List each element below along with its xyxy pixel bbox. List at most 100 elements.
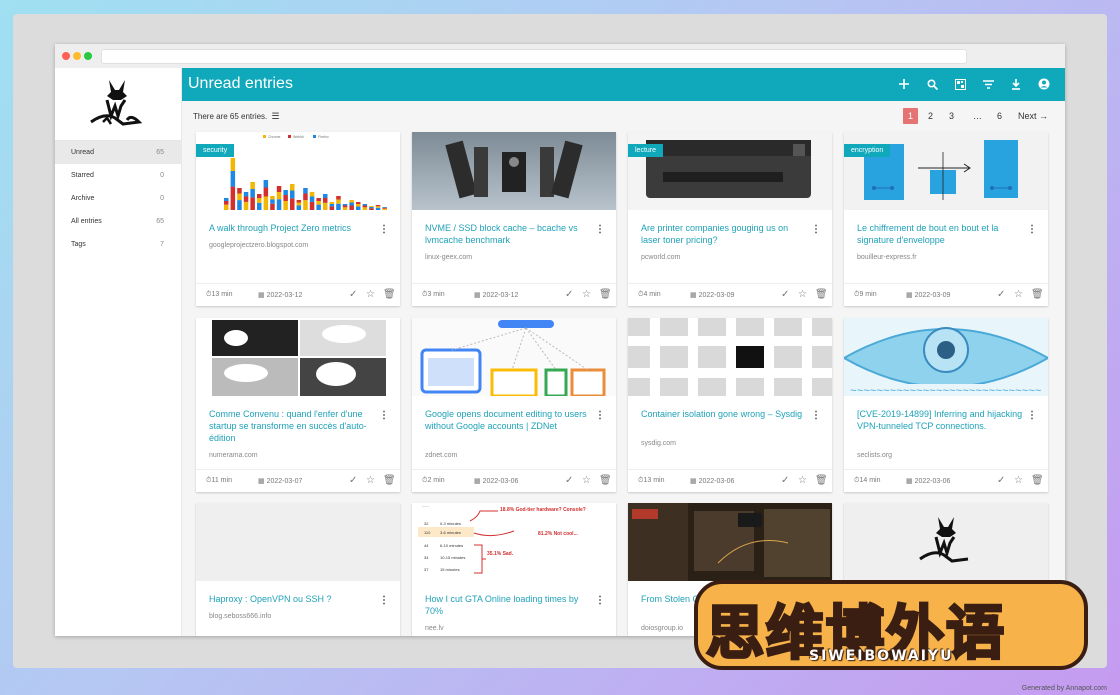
reading-time: ⏱14 min — [854, 477, 881, 484]
close-dot-icon[interactable] — [62, 52, 70, 60]
star-icon[interactable]: ☆ — [798, 289, 807, 300]
mark-read-icon[interactable]: ✓ — [781, 289, 789, 300]
thumbnail-bar — [303, 188, 308, 194]
entry-domain[interactable]: linux-geex.com — [425, 254, 472, 261]
delete-icon[interactable]: 🗑 — [815, 289, 828, 300]
sidebar-item-label: All entries — [71, 218, 102, 225]
entry-tag[interactable]: encryption — [844, 144, 891, 157]
delete-icon[interactable]: 🗑 — [1031, 289, 1044, 300]
delete-icon[interactable]: 🗑 — [599, 475, 612, 486]
qr-icon[interactable] — [953, 77, 967, 91]
reading-time-value: 14 min — [859, 477, 881, 484]
star-icon[interactable]: ☆ — [366, 289, 375, 300]
entry-card[interactable]: —— 32 110 44 34 37 0-3 minutes 3-6 minut… — [412, 503, 616, 636]
list-view-icon[interactable]: ☰ — [272, 111, 280, 121]
sidebar-item-unread[interactable]: Unread 65 — [55, 141, 181, 164]
thumbnail-bar — [276, 192, 282, 200]
page-2-button[interactable]: 2 — [923, 108, 938, 124]
entry-title[interactable]: Container isolation gone wrong – Sysdig — [641, 408, 807, 420]
entry-domain[interactable]: blog.seboss666.info — [209, 613, 271, 620]
star-icon[interactable]: ☆ — [1014, 475, 1023, 486]
entry-title[interactable]: NVME / SSD block cache – bcache vs lvmca… — [425, 222, 591, 246]
entry-card[interactable]: Comme Convenu : quand l'enfer d'une star… — [196, 318, 400, 492]
filter-icon[interactable] — [981, 77, 995, 91]
entry-card[interactable]: lecture Are printer companies gouging us… — [628, 132, 832, 306]
more-options-icon[interactable]: ⋮ — [811, 410, 821, 421]
page-title: Unread entries — [188, 75, 293, 92]
more-options-icon[interactable]: ⋮ — [595, 410, 605, 421]
thumbnail-bar — [283, 201, 288, 210]
entry-title[interactable]: A walk through Project Zero metrics — [209, 222, 375, 234]
entry-tag[interactable]: security — [196, 144, 235, 157]
sidebar-item-starred[interactable]: Starred 0 — [55, 164, 181, 187]
entry-card[interactable]: Container isolation gone wrong – Sysdig … — [628, 318, 832, 492]
more-options-icon[interactable]: ⋮ — [379, 224, 389, 235]
more-options-icon[interactable]: ⋮ — [595, 595, 605, 606]
star-icon[interactable]: ☆ — [798, 475, 807, 486]
sidebar-item-tags[interactable]: Tags 7 — [55, 233, 181, 256]
delete-icon[interactable]: 🗑 — [383, 289, 396, 300]
entry-domain[interactable]: numerama.com — [209, 452, 258, 459]
entry-title[interactable]: Comme Convenu : quand l'enfer d'une star… — [209, 408, 375, 444]
page-1-button[interactable]: 1 — [903, 108, 918, 124]
page-6-button[interactable]: 6 — [992, 108, 1007, 124]
star-icon[interactable]: ☆ — [366, 475, 375, 486]
entry-thumbnail: ~~~~~~~~~~~~~~~~~~~~~~~~~~~~~ — [844, 318, 1048, 396]
entry-thumbnail — [628, 503, 832, 581]
more-options-icon[interactable]: ⋮ — [595, 224, 605, 235]
sidebar-item-all-entries[interactable]: All entries 65 — [55, 210, 181, 233]
search-icon[interactable] — [925, 77, 939, 91]
entry-card[interactable]: Chrome Webkit Firefox security A walk th… — [196, 132, 400, 306]
mark-read-icon[interactable]: ✓ — [565, 289, 573, 300]
delete-icon[interactable]: 🗑 — [599, 289, 612, 300]
entry-title[interactable]: Google opens document editing to users w… — [425, 408, 591, 432]
mark-read-icon[interactable]: ✓ — [349, 475, 357, 486]
entry-domain[interactable]: googleprojectzero.blogspot.com — [209, 242, 308, 249]
entry-card[interactable]: Google opens document editing to users w… — [412, 318, 616, 492]
delete-icon[interactable]: 🗑 — [1031, 475, 1044, 486]
account-icon[interactable] — [1037, 77, 1051, 91]
entry-title[interactable]: Le chiffrement de bout en bout et la sig… — [857, 222, 1023, 246]
mark-read-icon[interactable]: ✓ — [349, 289, 357, 300]
page-3-button[interactable]: 3 — [944, 108, 959, 124]
mark-read-icon[interactable]: ✓ — [565, 475, 573, 486]
plus-icon[interactable] — [897, 77, 911, 91]
maximize-dot-icon[interactable] — [84, 52, 92, 60]
mark-read-icon[interactable]: ✓ — [997, 289, 1005, 300]
entry-card[interactable]: encryption Le chiffrement de bout en bou… — [844, 132, 1048, 306]
download-icon[interactable] — [1009, 77, 1023, 91]
delete-icon[interactable]: 🗑 — [815, 475, 828, 486]
entry-title[interactable]: How I cut GTA Online loading times by 70… — [425, 593, 591, 617]
delete-icon[interactable]: 🗑 — [383, 475, 396, 486]
star-icon[interactable]: ☆ — [582, 475, 591, 486]
entry-card[interactable]: ~~~~~~~~~~~~~~~~~~~~~~~~~~~~~ [CVE-2019-… — [844, 318, 1048, 492]
entry-domain[interactable]: zdnet.com — [425, 452, 457, 459]
entry-domain[interactable]: nee.lv — [425, 625, 444, 632]
entry-domain[interactable]: seclists.org — [857, 452, 892, 459]
more-options-icon[interactable]: ⋮ — [379, 595, 389, 606]
entry-domain[interactable]: sysdig.com — [641, 440, 676, 447]
entry-card[interactable]: NVME / SSD block cache – bcache vs lvmca… — [412, 132, 616, 306]
star-icon[interactable]: ☆ — [1014, 289, 1023, 300]
mark-read-icon[interactable]: ✓ — [997, 475, 1005, 486]
star-icon[interactable]: ☆ — [582, 289, 591, 300]
more-options-icon[interactable]: ⋮ — [1027, 224, 1037, 235]
entry-title[interactable]: Haproxy : OpenVPN ou SSH ? — [209, 593, 375, 605]
next-page-button[interactable]: Next → — [1014, 108, 1052, 124]
entry-domain[interactable]: doiosgroup.io — [641, 625, 683, 632]
mark-read-icon[interactable]: ✓ — [781, 475, 789, 486]
more-options-icon[interactable]: ⋮ — [379, 410, 389, 421]
minimize-dot-icon[interactable] — [73, 52, 81, 60]
entry-title[interactable]: [CVE-2019-14899] Inferring and hijacking… — [857, 408, 1023, 432]
more-options-icon[interactable]: ⋮ — [811, 224, 821, 235]
entry-domain[interactable]: pcworld.com — [641, 254, 680, 261]
thumbnail-bar — [250, 182, 255, 189]
entry-domain[interactable]: bouilleur-express.fr — [857, 254, 917, 261]
sidebar-item-archive[interactable]: Archive 0 — [55, 187, 181, 210]
reading-time: ⏱3 min — [422, 291, 445, 298]
address-bar[interactable] — [101, 49, 967, 64]
more-options-icon[interactable]: ⋮ — [1027, 410, 1037, 421]
entry-title[interactable]: Are printer companies gouging us on lase… — [641, 222, 807, 246]
entry-card[interactable]: Haproxy : OpenVPN ou SSH ? blog.seboss66… — [196, 503, 400, 636]
entry-tag[interactable]: lecture — [628, 144, 664, 157]
